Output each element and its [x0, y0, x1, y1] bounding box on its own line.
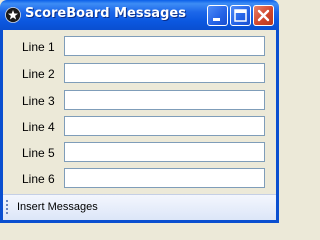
title-bar[interactable]: ScoreBoard Messages	[0, 0, 279, 30]
line-6-label: Line 6	[22, 172, 55, 186]
line-5-label: Line 5	[22, 146, 55, 160]
close-button[interactable]	[253, 5, 274, 26]
app-icon	[5, 7, 21, 23]
window-title: ScoreBoard Messages	[25, 6, 186, 21]
minimize-button[interactable]	[207, 5, 228, 26]
toolbar: Insert Messages	[3, 194, 276, 220]
line-5-input[interactable]	[64, 142, 265, 162]
minimize-icon	[213, 18, 220, 21]
toolbar-grip-icon[interactable]	[6, 200, 9, 216]
line-3-input[interactable]	[64, 90, 265, 110]
line-1-input[interactable]	[64, 36, 265, 56]
line-2-input[interactable]	[64, 63, 265, 83]
line-2-label: Line 2	[22, 67, 55, 81]
line-6-input[interactable]	[64, 168, 265, 188]
close-icon	[257, 9, 270, 22]
maximize-button[interactable]	[230, 5, 251, 26]
line-4-label: Line 4	[22, 120, 55, 134]
line-4-input[interactable]	[64, 116, 265, 136]
maximize-icon	[234, 9, 247, 22]
line-1-label: Line 1	[22, 40, 55, 54]
line-3-label: Line 3	[22, 94, 55, 108]
scoreboard-messages-window: ScoreBoard Messages Line 1 Line 2 Line 3…	[0, 0, 279, 223]
insert-messages-button[interactable]: Insert Messages	[17, 201, 98, 213]
